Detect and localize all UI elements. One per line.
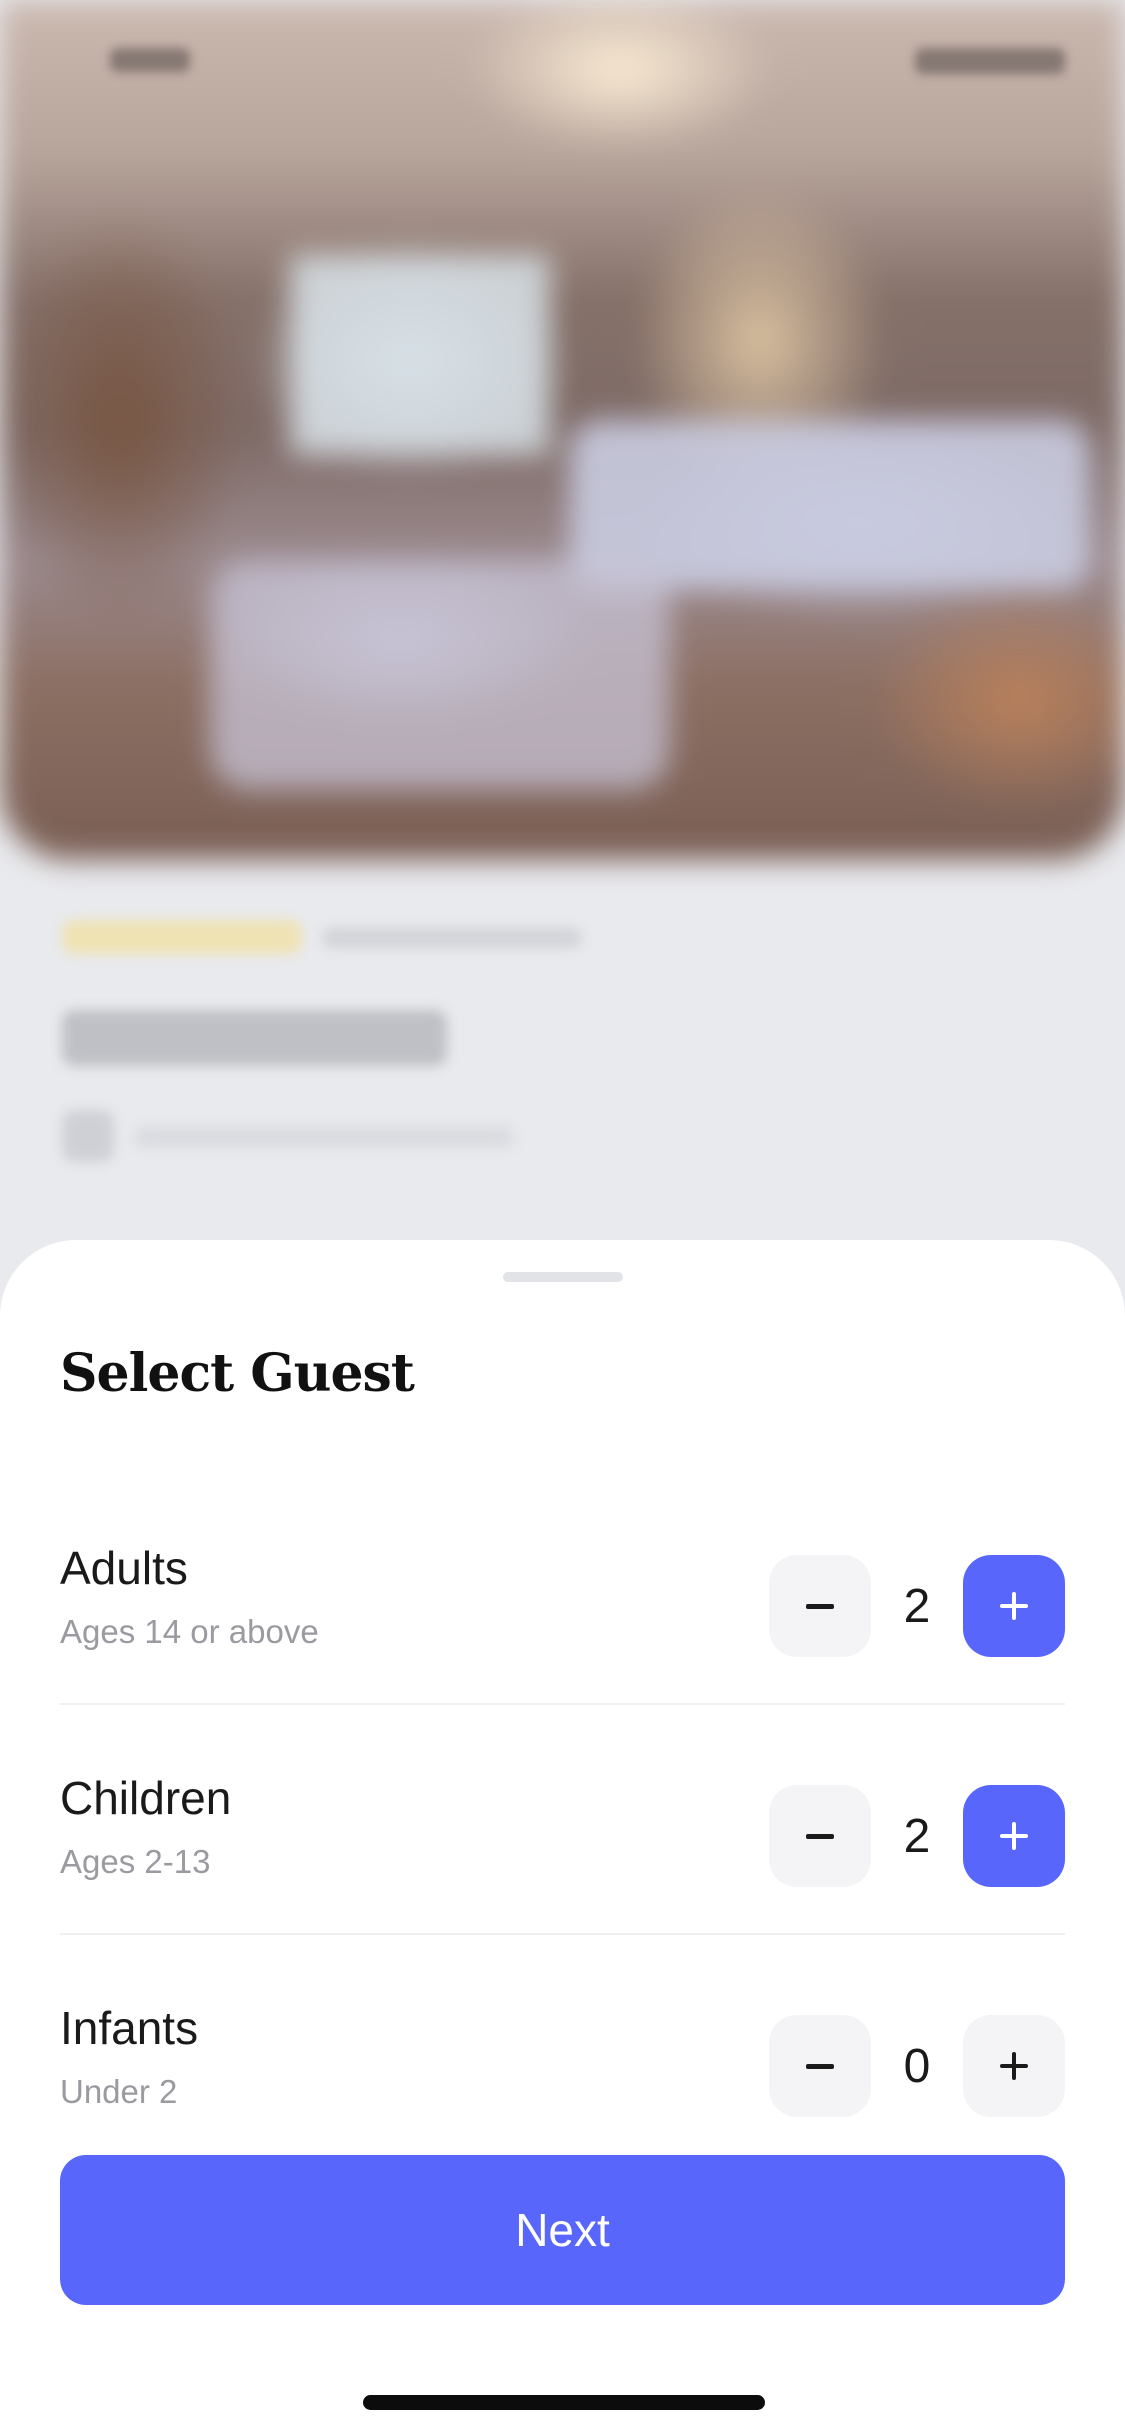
- guest-label: Adults: [60, 1542, 188, 1594]
- location-icon-blurred: [62, 1110, 114, 1162]
- minus-icon: [806, 2064, 834, 2069]
- status-bar-blurred: [0, 30, 1125, 100]
- infants-decrement-button[interactable]: [769, 2015, 871, 2117]
- minus-icon: [806, 1604, 834, 1609]
- adults-decrement-button[interactable]: [769, 1555, 871, 1657]
- photo-rug-area: [210, 560, 670, 790]
- infants-count: 0: [903, 2039, 931, 2093]
- status-time-blurred: [110, 48, 190, 72]
- hotel-name-blurred: [62, 1010, 447, 1066]
- status-icons-blurred: [915, 48, 1065, 74]
- children-increment-button[interactable]: [963, 1785, 1065, 1887]
- infants-increment-button[interactable]: [963, 2015, 1065, 2117]
- plus-icon: [1000, 1822, 1028, 1850]
- children-stepper: 2: [769, 1785, 1065, 1887]
- reviews-count-blurred: [322, 928, 582, 948]
- screen: Select Guest Adults Ages 14 or above 2 C…: [0, 0, 1125, 2436]
- minus-icon: [806, 1834, 834, 1839]
- children-decrement-button[interactable]: [769, 1785, 871, 1887]
- guest-row-infants: Infants Under 2 0: [60, 1965, 1065, 2165]
- hotel-info-blurred: [0, 870, 1125, 1200]
- select-guest-sheet: Select Guest Adults Ages 14 or above 2 C…: [0, 1240, 1125, 2436]
- plus-icon: [1000, 2052, 1028, 2080]
- home-indicator[interactable]: [363, 2395, 765, 2410]
- sheet-title: Select Guest: [60, 1343, 415, 1404]
- guest-age-hint: Under 2: [60, 2073, 178, 2110]
- guest-age-hint: Ages 14 or above: [60, 1613, 319, 1650]
- next-button[interactable]: Next: [60, 2155, 1065, 2305]
- guest-label: Infants: [60, 2002, 199, 2054]
- guest-label: Children: [60, 1772, 232, 1824]
- sheet-drag-handle[interactable]: [503, 1272, 623, 1282]
- photo-window-area: [290, 255, 550, 455]
- location-text-blurred: [134, 1126, 514, 1148]
- adults-increment-button[interactable]: [963, 1555, 1065, 1657]
- guest-age-hint: Ages 2-13: [60, 1843, 211, 1880]
- guest-row-children: Children Ages 2-13 2: [60, 1735, 1065, 1935]
- adults-stepper: 2: [769, 1555, 1065, 1657]
- guest-row-adults: Adults Ages 14 or above 2: [60, 1505, 1065, 1705]
- infants-stepper: 0: [769, 2015, 1065, 2117]
- rating-stars-blurred: [62, 920, 302, 954]
- hotel-photo-blurred: [0, 0, 1125, 860]
- plus-icon: [1000, 1592, 1028, 1620]
- adults-count: 2: [903, 1579, 931, 1633]
- children-count: 2: [903, 1809, 931, 1863]
